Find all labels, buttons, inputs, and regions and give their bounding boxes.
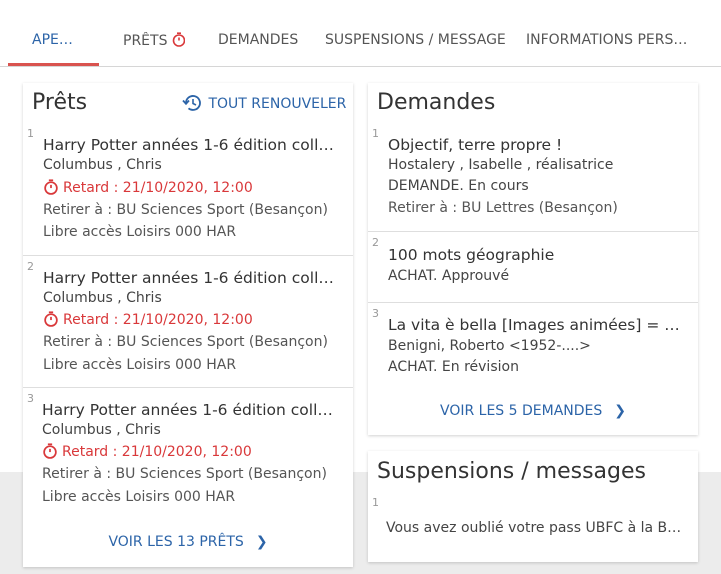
tab-label: APE… (32, 32, 72, 48)
loan-title[interactable]: Harry Potter années 1-6 édition collecto… (43, 136, 341, 154)
renew-icon (182, 95, 201, 111)
item-number: 1 (372, 496, 379, 509)
loan-pickup: Retirer à : BU Sciences Sport (Besançon) (43, 202, 328, 218)
chevron-right-icon: ❯ (614, 403, 626, 419)
request-item[interactable]: 1 Objectif, terre propre ! Hostalery , I… (368, 124, 698, 231)
request-title[interactable]: Objectif, terre propre ! (388, 136, 688, 154)
suspensions-title: Suspensions / messages (377, 459, 646, 484)
timer-icon (43, 443, 57, 459)
request-title[interactable]: La vita è bella [Images animées] = La vi… (388, 316, 686, 334)
loan-pickup: Retirer à : BU Sciences Sport (Besançon) (42, 466, 327, 482)
request-author: Hostalery , Isabelle , réalisatrice (388, 157, 614, 173)
request-item[interactable]: 2 100 mots géographie ACHAT. Approuvé (368, 231, 698, 302)
loan-item[interactable]: 3 Harry Potter années 1-6 édition collec… (23, 387, 353, 517)
renew-all-label: TOUT RENOUVELER (208, 96, 347, 112)
demandes-title: Demandes (377, 90, 496, 115)
late-text: Retard : 21/10/2020, 12:00 (62, 444, 252, 460)
tab-label: SUSPENSIONS / MESSAGE (325, 32, 505, 48)
request-status: DEMANDE. En cours (388, 178, 529, 194)
tab-informations[interactable]: INFORMATIONS PERS… (526, 32, 686, 66)
timer-icon (44, 179, 58, 195)
loan-late-status: Retard : 21/10/2020, 12:00 (43, 311, 341, 328)
item-number: 1 (27, 127, 34, 140)
prets-title: Prêts (32, 90, 88, 115)
request-status: ACHAT. Approuvé (388, 268, 510, 284)
tab-label: INFORMATIONS PERS… (526, 32, 686, 48)
demandes-card: Demandes 1 Objectif, terre propre ! Host… (368, 83, 698, 435)
loan-item[interactable]: 1 Harry Potter années 1-6 édition collec… (23, 124, 353, 255)
timer-icon (172, 32, 185, 47)
tab-demandes[interactable]: DEMANDES (218, 32, 300, 66)
suspensions-card: Suspensions / messages 1 Vous avez oubli… (368, 451, 698, 562)
see-all-loans-label: VOIR LES 13 PRÊTS (108, 534, 244, 550)
loan-title[interactable]: Harry Potter années 1-6 édition collecto… (42, 401, 340, 419)
request-item[interactable]: 3 La vita è bella [Images animées] = La … (368, 302, 698, 392)
loan-late-status: Retard : 21/10/2020, 12:00 (42, 443, 340, 460)
see-all-loans-link[interactable]: VOIR LES 13 PRÊTS ❯ (23, 534, 353, 550)
see-all-requests-label: VOIR LES 5 DEMANDES (440, 403, 603, 419)
message-text: Vous avez oublié votre pass UBFC à la BU… (386, 520, 686, 536)
loan-location: Libre accès Loisirs 000 HAR (42, 489, 236, 505)
item-number: 2 (27, 260, 34, 273)
request-status: ACHAT. En révision (388, 359, 519, 375)
loan-title[interactable]: Harry Potter années 1-6 édition collecto… (43, 269, 341, 287)
item-number: 1 (372, 127, 379, 140)
item-number: 3 (372, 307, 379, 320)
loan-author: Columbus , Chris (43, 157, 162, 173)
loan-author: Columbus , Chris (43, 290, 162, 306)
loan-author: Columbus , Chris (42, 422, 161, 438)
item-number: 2 (372, 236, 379, 249)
tab-suspensions[interactable]: SUSPENSIONS / MESSAGE (325, 32, 505, 66)
active-tab-indicator (8, 63, 99, 66)
tab-prets[interactable]: PRÊTS (123, 32, 185, 66)
prets-card: Prêts TOUT RENOUVELER 1 Harry Potter ann… (23, 83, 353, 567)
see-all-requests-link[interactable]: VOIR LES 5 DEMANDES ❯ (368, 403, 698, 419)
tab-bar: APE… PRÊTS DEMANDES SUSPENSIONS / MESSAG… (0, 0, 721, 67)
loan-late-status: Retard : 21/10/2020, 12:00 (43, 179, 341, 196)
loan-location: Libre accès Loisirs 000 HAR (43, 224, 237, 240)
loan-location: Libre accès Loisirs 000 HAR (43, 357, 237, 373)
loan-pickup: Retirer à : BU Sciences Sport (Besançon) (43, 334, 328, 350)
tab-label: PRÊTS (123, 33, 168, 49)
chevron-right-icon: ❯ (255, 534, 268, 550)
loan-item[interactable]: 2 Harry Potter années 1-6 édition collec… (23, 255, 353, 387)
renew-all-button[interactable]: TOUT RENOUVELER (182, 94, 346, 112)
tab-apercu[interactable]: APE… (32, 32, 72, 66)
late-text: Retard : 21/10/2020, 12:00 (63, 180, 253, 196)
item-number: 3 (27, 392, 34, 405)
message-item[interactable]: 1 Vous avez oublié votre pass UBFC à la … (368, 493, 698, 553)
timer-icon (44, 311, 58, 327)
late-text: Retard : 21/10/2020, 12:00 (63, 312, 253, 328)
request-pickup: Retirer à : BU Lettres (Besançon) (388, 200, 618, 216)
request-title[interactable]: 100 mots géographie (388, 246, 688, 264)
request-author: Benigni, Roberto <1952-....> (388, 338, 591, 354)
tab-label: DEMANDES (218, 32, 299, 48)
